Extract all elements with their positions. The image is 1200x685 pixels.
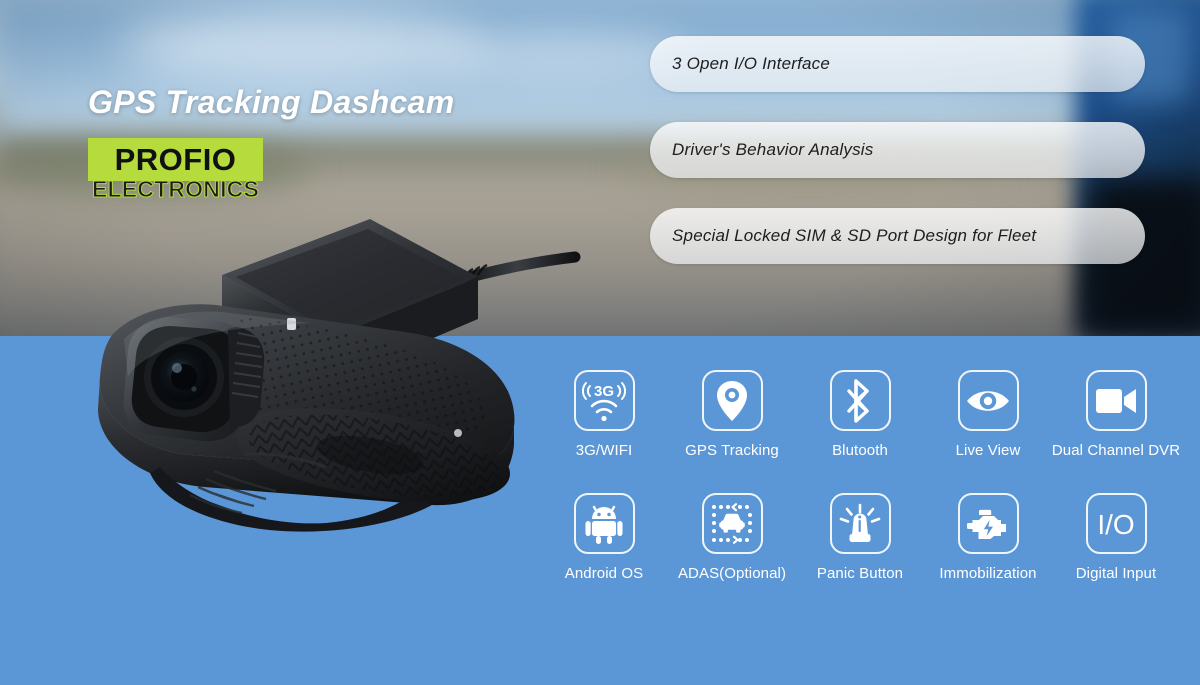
feature-item-bluetooth: Blutooth xyxy=(796,370,924,459)
io-text-icon: I/O xyxy=(1085,493,1147,554)
feature-pill: Special Locked SIM & SD Port Design for … xyxy=(650,208,1145,264)
map-pin-icon xyxy=(701,370,763,431)
feature-pill: 3 Open I/O Interface xyxy=(650,36,1145,92)
feature-item-android-os: Android OS xyxy=(540,493,668,582)
feature-item-digital-input: I/O Digital Input xyxy=(1052,493,1180,582)
io-glyph-text: I/O xyxy=(1097,509,1134,540)
feature-icon-grid: 3G 3G/WIFI GPS Tracking Blutooth Live Vi… xyxy=(540,370,1180,582)
feature-item-dual-channel-dvr: Dual Channel DVR xyxy=(1052,370,1180,459)
feature-item-label: ADAS(Optional) xyxy=(677,565,787,582)
feature-item-label: Dual Channel DVR xyxy=(1051,442,1181,459)
icon-row-1: 3G 3G/WIFI GPS Tracking Blutooth Live Vi… xyxy=(540,370,1180,459)
dashcam-product-image xyxy=(40,205,600,535)
feature-item-label: Panic Button xyxy=(816,565,904,582)
siren-beacon-icon xyxy=(829,493,891,554)
eye-icon xyxy=(957,370,1019,431)
bluetooth-icon xyxy=(829,370,891,431)
feature-pill-label: Driver's Behavior Analysis xyxy=(672,140,874,159)
feature-item-3g-wifi: 3G 3G/WIFI xyxy=(540,370,668,459)
logo-wordmark: PROFIO xyxy=(114,142,237,177)
feature-item-live-view: Live View xyxy=(924,370,1052,459)
logo-subtitle: ELECTRONICS xyxy=(91,175,260,202)
adas-car-icon xyxy=(701,493,763,554)
svg-text:3G: 3G xyxy=(594,383,614,400)
feature-item-label: Live View xyxy=(955,442,1021,459)
feature-pill-label: Special Locked SIM & SD Port Design for … xyxy=(672,226,1037,245)
feature-item-adas: ADAS(Optional) xyxy=(668,493,796,582)
feature-pill: Driver's Behavior Analysis xyxy=(650,122,1145,178)
feature-pill-label: 3 Open I/O Interface xyxy=(672,54,831,73)
feature-item-label: GPS Tracking xyxy=(685,442,779,459)
feature-pill-list: 3 Open I/O Interface Driver's Behavior A… xyxy=(650,36,1145,294)
video-camera-icon xyxy=(1085,370,1147,431)
feature-item-gps-tracking: GPS Tracking xyxy=(668,370,796,459)
icon-row-2: Android OS ADAS(Optional) Panic Button I… xyxy=(540,493,1180,582)
page-title: GPS Tracking Dashcam xyxy=(88,84,455,120)
brand-logo: PROFIO ELECTRONICS xyxy=(88,138,263,201)
feature-item-label: 3G/WIFI xyxy=(575,442,633,459)
feature-item-label: Digital Input xyxy=(1075,565,1157,582)
feature-item-panic-button: Panic Button xyxy=(796,493,924,582)
marketing-banner: GPS Tracking Dashcam PROFIO ELECTRONICS xyxy=(0,0,1200,685)
feature-item-immobilization: Immobilization xyxy=(924,493,1052,582)
engine-bolt-icon xyxy=(957,493,1019,554)
feature-item-label: Blutooth xyxy=(832,442,888,459)
android-robot-icon xyxy=(573,493,635,554)
feature-item-label: Immobilization xyxy=(939,565,1037,582)
3g-wifi-icon: 3G xyxy=(573,370,635,431)
feature-item-label: Android OS xyxy=(564,565,644,582)
